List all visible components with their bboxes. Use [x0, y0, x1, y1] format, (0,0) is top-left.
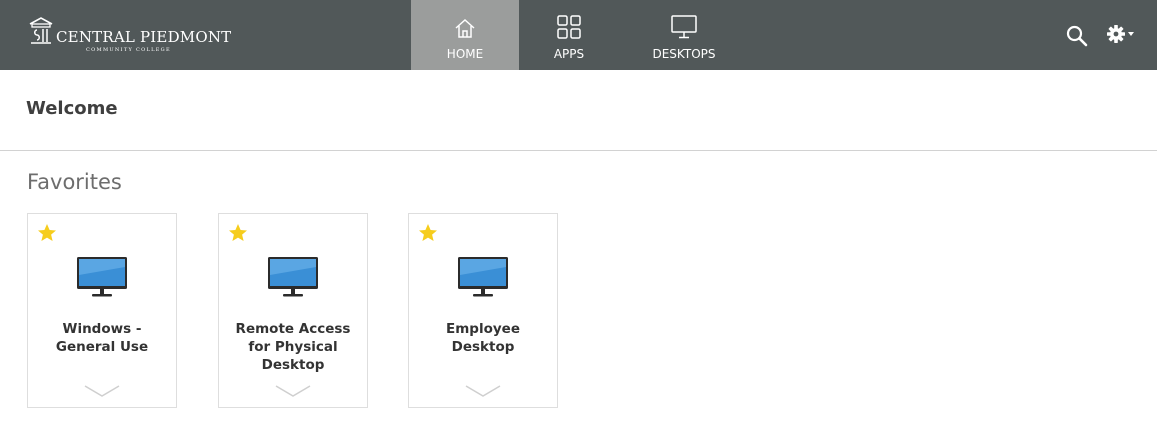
desktop-monitor-icon: [77, 257, 127, 297]
chevron-down-icon[interactable]: [275, 385, 311, 397]
top-header-bar: CENTRAL PIEDMONT COMMUNITY COLLEGE HOME: [0, 0, 1157, 70]
main-nav: HOME APPS DESKTOPS: [411, 0, 749, 70]
favorite-star-icon[interactable]: [228, 223, 248, 243]
favorite-tile-windows-general-use[interactable]: Windows - General Use: [27, 213, 177, 408]
tab-home-label: HOME: [446, 47, 484, 61]
home-icon: [454, 13, 476, 39]
tab-apps[interactable]: APPS: [519, 0, 619, 70]
brand-subtitle: COMMUNITY COLLEGE: [86, 47, 171, 53]
tile-title: Remote Access for Physical Desktop: [235, 321, 351, 373]
favorite-star-icon[interactable]: [37, 223, 57, 243]
desktop-monitor-icon: [268, 257, 318, 297]
desktop-monitor-icon: [671, 13, 697, 39]
favorite-tile-remote-access[interactable]: Remote Access for Physical Desktop: [218, 213, 368, 408]
college-logo[interactable]: CENTRAL PIEDMONT COMMUNITY COLLEGE: [28, 16, 231, 54]
tile-title: Employee Desktop: [446, 321, 520, 355]
apps-grid-icon: [557, 13, 581, 39]
brand-name: CENTRAL PIEDMONT: [56, 28, 232, 46]
tab-desktops-label: DESKTOPS: [652, 47, 716, 61]
tab-home[interactable]: HOME: [411, 0, 519, 70]
page-title: Welcome: [26, 98, 118, 119]
search-icon[interactable]: [1066, 25, 1088, 47]
tab-desktops[interactable]: DESKTOPS: [619, 0, 749, 70]
chevron-down-icon[interactable]: [465, 385, 501, 397]
tab-apps-label: APPS: [553, 47, 585, 61]
favorite-tile-employee-desktop[interactable]: Employee Desktop: [408, 213, 558, 408]
gear-icon[interactable]: [1106, 23, 1136, 45]
divider: [0, 150, 1157, 151]
favorite-star-icon[interactable]: [418, 223, 438, 243]
chevron-down-icon[interactable]: [84, 385, 120, 397]
desktop-monitor-icon: [458, 257, 508, 297]
tile-title: Windows - General Use: [55, 321, 149, 355]
college-seal-icon: [29, 17, 53, 44]
favorites-heading: Favorites: [27, 170, 122, 194]
chevron-down-icon: [1128, 32, 1134, 36]
